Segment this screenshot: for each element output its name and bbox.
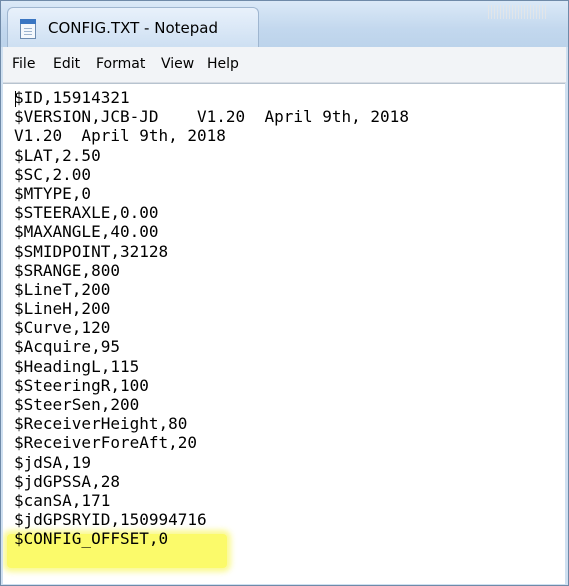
editor-line: $Acquire,95 <box>14 337 120 357</box>
editor-line: $ReceiverHeight,80 <box>14 414 188 434</box>
editor-line: $STEERAXLE,0.00 <box>14 203 159 223</box>
editor-line: $VERSION,JCB-JD V1.20 April 9th, 2018 <box>14 107 409 127</box>
editor-line: $jdGPSSA,28 <box>14 471 120 491</box>
editor-line: $ID,15914321 <box>14 88 130 107</box>
menu-edit[interactable]: Edit <box>53 56 80 72</box>
menu-view[interactable]: View <box>161 56 194 72</box>
menu-format[interactable]: Format <box>96 56 145 72</box>
editor-line-highlighted: $CONFIG_OFFSET,0 <box>14 529 169 549</box>
editor-line: $ReceiverForeAft,20 <box>14 433 198 453</box>
title-bar[interactable]: CONFIG.TXT - Notepad <box>1 1 568 48</box>
editor-line: $SteeringR,100 <box>14 375 149 395</box>
editor-line: $LineT,200 <box>14 279 111 299</box>
editor-line: $Curve,120 <box>14 318 111 338</box>
titlebar-decoration <box>488 5 548 19</box>
editor-lines: $ID,15914321 $VERSION,JCB-JD V1.20 April… <box>14 88 409 549</box>
editor-line: $canSA,171 <box>14 490 111 510</box>
editor-line: $jdGPSRYID,150994716 <box>14 510 207 530</box>
editor-line: $LineH,200 <box>14 299 111 319</box>
editor-line: $jdSA,19 <box>14 452 92 472</box>
menu-help[interactable]: Help <box>207 56 239 72</box>
editor-line: $SC,2.00 <box>14 164 92 184</box>
notepad-window: CONFIG.TXT - Notepad File Edit Format Vi… <box>0 0 569 586</box>
menu-file[interactable]: File <box>12 56 35 72</box>
text-editor[interactable]: $ID,15914321 $VERSION,JCB-JD V1.20 April… <box>3 83 565 584</box>
editor-line: $SteerSen,200 <box>14 395 140 414</box>
editor-line: $SRANGE,800 <box>14 260 120 280</box>
notepad-icon[interactable] <box>20 19 36 39</box>
editor-line: $HeadingL,115 <box>14 356 140 376</box>
title-tab: CONFIG.TXT - Notepad <box>7 7 259 48</box>
menu-bar: File Edit Format View Help <box>3 47 566 83</box>
editor-line: $MAXANGLE,40.00 <box>14 222 159 242</box>
editor-line: $SMIDPOINT,32128 <box>14 241 169 261</box>
editor-line: $LAT,2.50 <box>14 145 101 165</box>
editor-line: $MTYPE,0 <box>14 183 92 203</box>
window-title: CONFIG.TXT - Notepad <box>48 19 218 37</box>
text-caret <box>15 91 16 107</box>
editor-line: V1.20 April 9th, 2018 <box>14 126 226 146</box>
